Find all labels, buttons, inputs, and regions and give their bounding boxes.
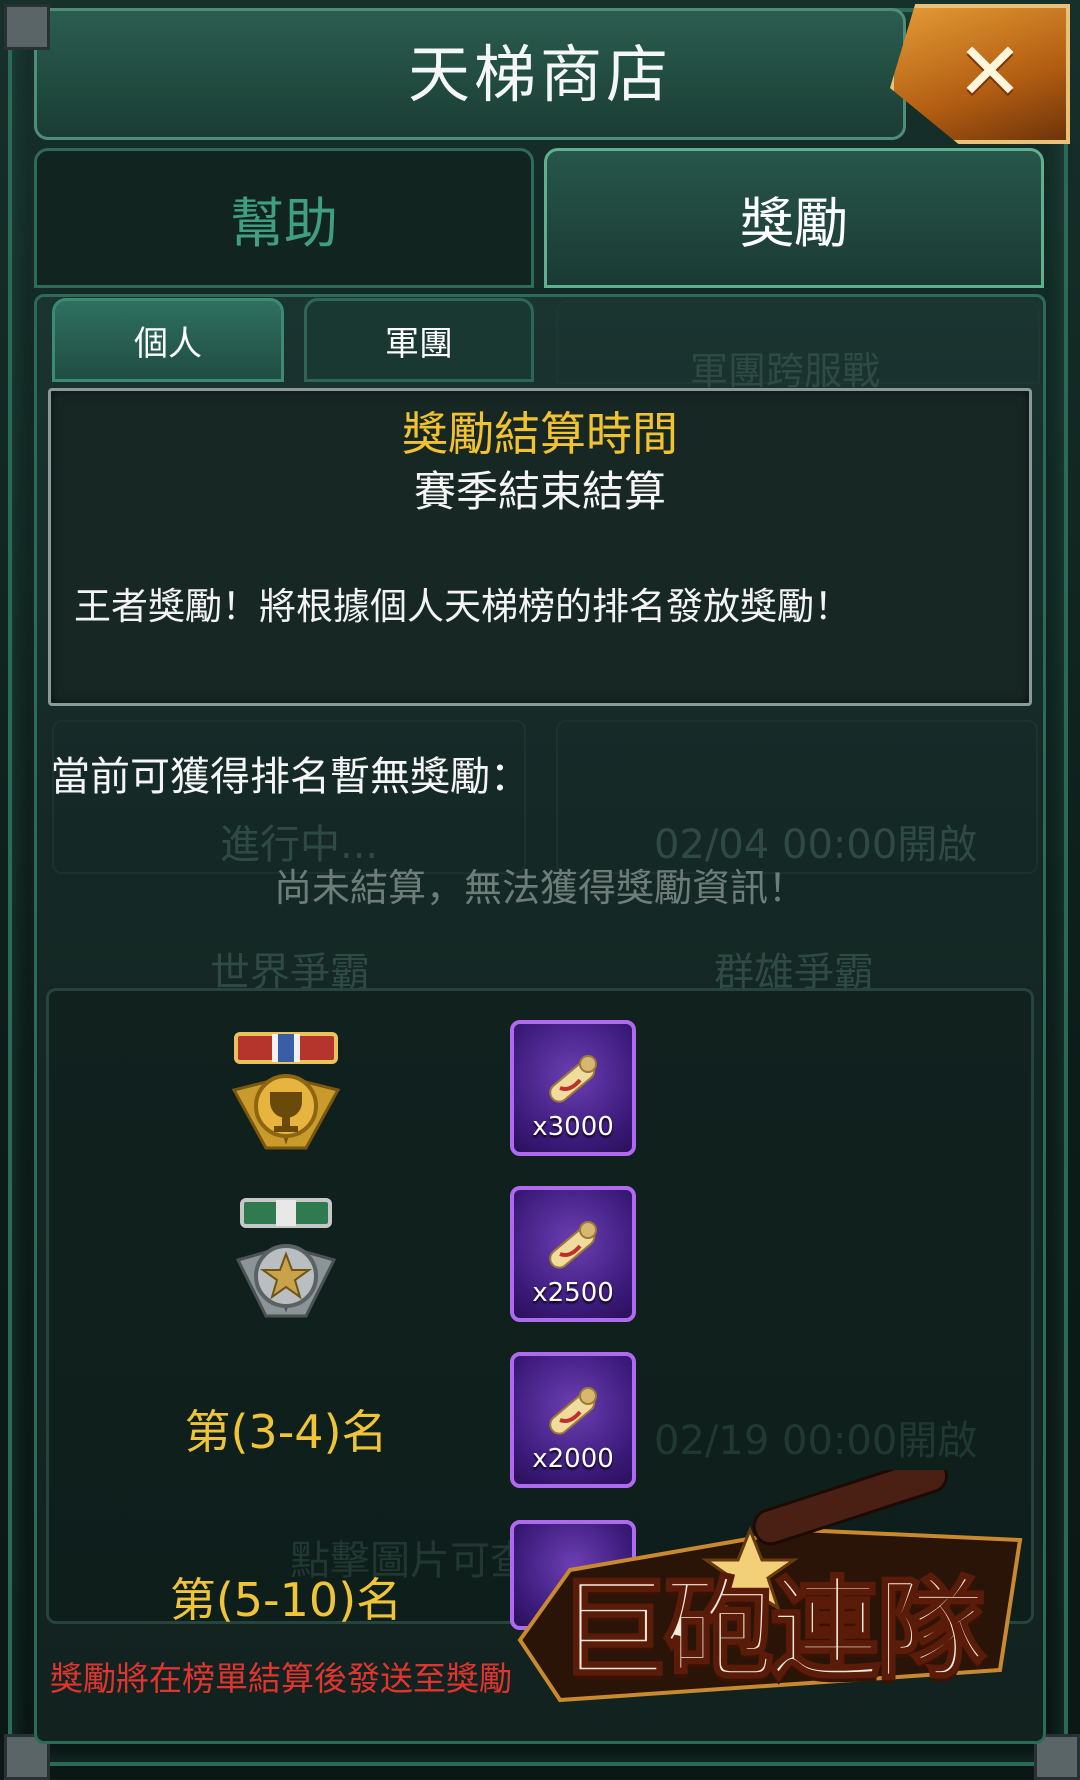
subtab-personal[interactable]: 個人 bbox=[52, 298, 284, 382]
settlement-notice: 尚未結算，無法獲得獎勵資訊！ bbox=[273, 866, 806, 910]
ghost-text: 軍團跨服戰 bbox=[690, 349, 881, 393]
silver-star-medal-icon bbox=[235, 1198, 337, 1318]
subtab-legion[interactable]: 軍團 bbox=[304, 298, 534, 382]
footer-note: 獎勵將在榜單結算後發送至獎勵 bbox=[50, 1659, 512, 1698]
game-logo-text: 巨砲連隊 bbox=[557, 1565, 988, 1696]
rank-label: 第(3-4)名 bbox=[184, 1405, 388, 1459]
settlement-description: 王者獎勵！將根據個人天梯榜的排名發放獎勵！ bbox=[74, 585, 851, 628]
rank-label: 第(5-10)名 bbox=[169, 1573, 403, 1627]
reward-count: x2500 bbox=[532, 1278, 614, 1308]
tab-help[interactable]: 幫助 bbox=[34, 148, 534, 288]
scroll-icon bbox=[549, 1055, 597, 1103]
scroll-icon bbox=[549, 1387, 597, 1435]
reward-item[interactable]: x3000 bbox=[510, 1020, 636, 1156]
gold-cup-medal-icon bbox=[231, 1032, 341, 1150]
scroll-icon bbox=[549, 1221, 597, 1269]
game-logo: 巨砲連隊 bbox=[500, 1470, 1040, 1720]
tab-reward[interactable]: 獎勵 bbox=[544, 148, 1044, 288]
reward-item[interactable]: x2000 bbox=[510, 1352, 636, 1488]
reward-item[interactable]: x2500 bbox=[510, 1186, 636, 1322]
settlement-subtitle: 賽季結束結算 bbox=[413, 467, 666, 516]
reward-count: x3000 bbox=[532, 1112, 614, 1142]
close-icon: ✕ bbox=[956, 24, 1024, 118]
settlement-title: 獎勵結算時間 bbox=[402, 407, 678, 461]
